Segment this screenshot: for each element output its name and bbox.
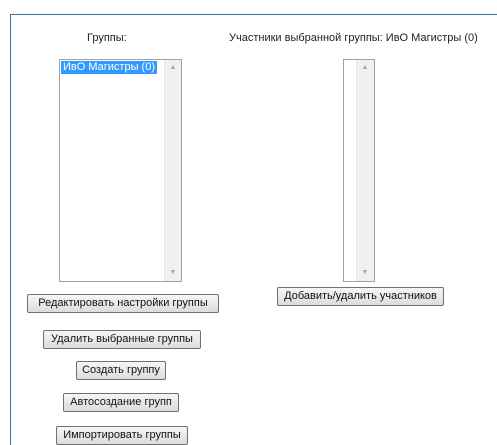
members-scrollbar[interactable]: ▲ ▼ — [356, 60, 374, 281]
groups-scrollbar[interactable]: ▲ ▼ — [164, 60, 181, 281]
members-listbox[interactable]: ▲ ▼ — [343, 59, 375, 282]
scroll-down-icon[interactable]: ▼ — [357, 265, 373, 281]
create-group-button[interactable]: Создать группу — [76, 361, 166, 380]
add-remove-members-button[interactable]: Добавить/удалить участников — [277, 287, 444, 306]
edit-group-settings-button[interactable]: Редактировать настройки группы — [27, 294, 219, 313]
groups-title: Группы: — [87, 32, 127, 44]
import-groups-button[interactable]: Импортировать группы — [56, 426, 188, 445]
scroll-down-icon[interactable]: ▼ — [165, 265, 181, 281]
scroll-up-icon[interactable]: ▲ — [357, 60, 373, 76]
scroll-up-icon[interactable]: ▲ — [165, 60, 181, 76]
autocreate-groups-button[interactable]: Автосоздание групп — [63, 393, 179, 412]
group-option-ivo-magistry[interactable]: ИвО Магистры (0) — [61, 61, 157, 74]
members-title: Участники выбранной группы: ИвО Магистры… — [229, 32, 478, 44]
frame-left-border — [10, 14, 11, 445]
frame-top-border — [10, 14, 497, 15]
groups-listbox[interactable]: ИвО Магистры (0) ▲ ▼ — [59, 59, 182, 282]
delete-selected-groups-button[interactable]: Удалить выбранные группы — [43, 330, 201, 349]
page-top-area — [0, 0, 497, 15]
